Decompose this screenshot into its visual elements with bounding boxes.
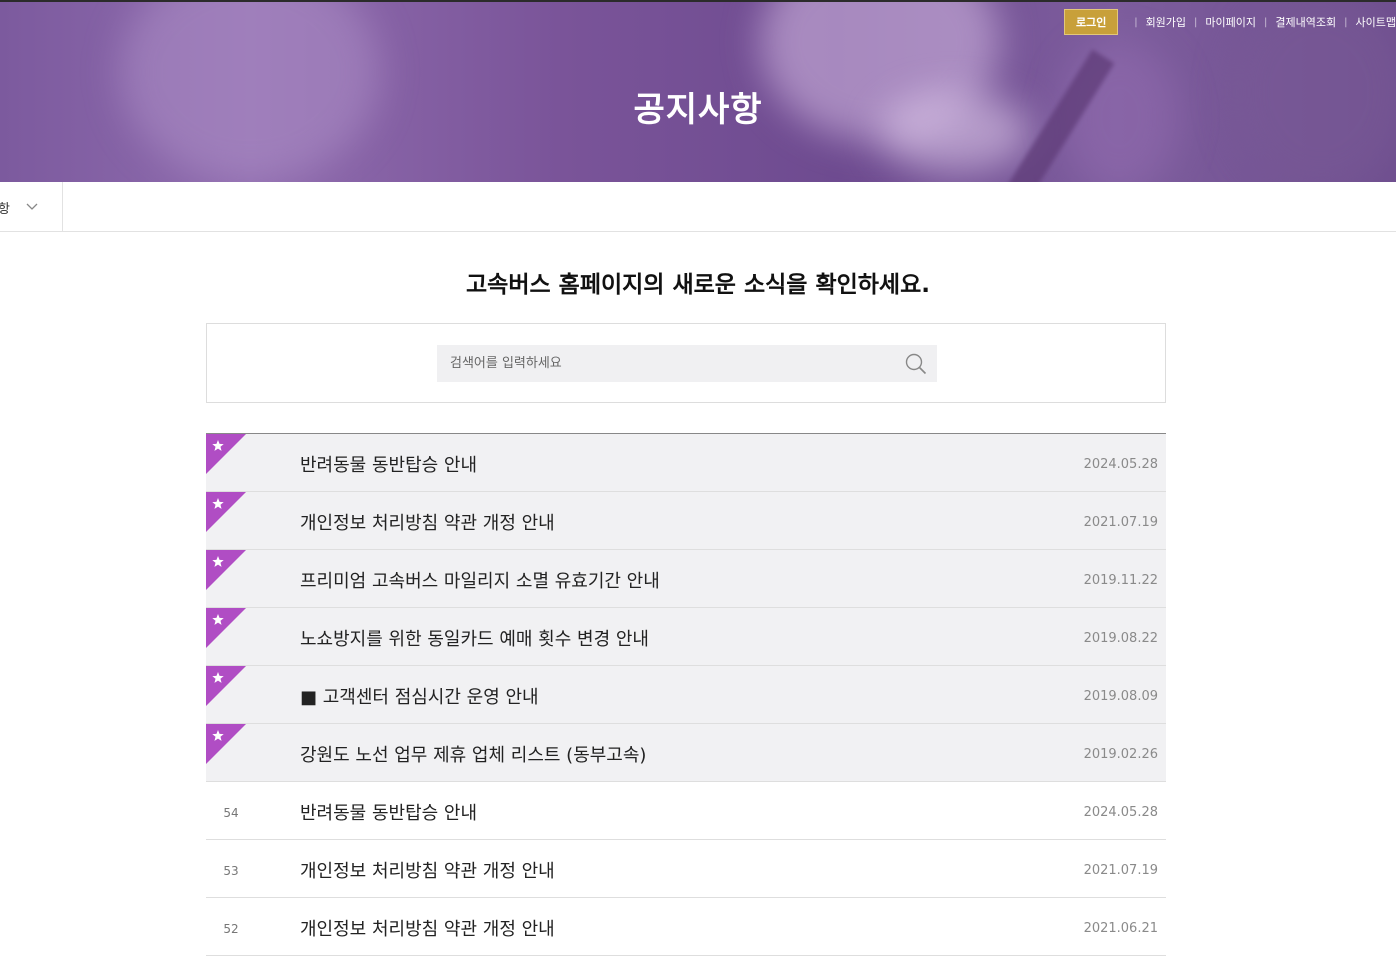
hero-banner: 로그인 | 회원가입 | 마이페이지 | 결제내역조회 | 사이트맵 공지사항 (0, 0, 1396, 182)
pinned-notice-row[interactable]: 강원도 노선 업무 제휴 업체 리스트 (동부고속) 2019.02.26 (206, 724, 1166, 782)
notice-date: 2024.05.28 (1083, 457, 1158, 472)
separator: | (1194, 16, 1198, 28)
notice-title-link[interactable]: 강원도 노선 업무 제휴 업체 리스트 (동부고속) (300, 741, 646, 767)
search-field (437, 345, 937, 382)
sub-navigation: 사항 (0, 182, 1396, 232)
notice-date: 2019.11.22 (1083, 573, 1158, 588)
utility-nav: 로그인 | 회원가입 | 마이페이지 | 결제내역조회 | 사이트맵 (1064, 9, 1396, 35)
signup-link[interactable]: 회원가입 (1146, 14, 1186, 30)
notice-row[interactable]: 53 개인정보 처리방침 약관 개정 안내 2021.07.19 (206, 840, 1166, 898)
star-icon (206, 666, 246, 706)
separator: | (1134, 16, 1138, 28)
star-icon (206, 434, 246, 474)
star-icon (206, 550, 246, 590)
pinned-notice-row[interactable]: 프리미엄 고속버스 마일리지 소멸 유효기간 안내 2019.11.22 (206, 550, 1166, 608)
sitemap-link[interactable]: 사이트맵 (1356, 14, 1396, 30)
notice-number: 54 (223, 806, 239, 820)
notice-title-link[interactable]: 반려동물 동반탑승 안내 (300, 799, 477, 825)
mypage-link[interactable]: 마이페이지 (1205, 14, 1256, 30)
notice-date: 2019.08.22 (1083, 631, 1158, 646)
star-icon (206, 492, 246, 532)
separator: | (1344, 16, 1348, 28)
login-button[interactable]: 로그인 (1064, 9, 1119, 35)
search-icon[interactable] (905, 353, 927, 375)
notice-title-link[interactable]: ■ 고객센터 점심시간 운영 안내 (300, 683, 539, 709)
notice-number: 53 (223, 864, 239, 878)
notice-date: 2021.07.19 (1083, 863, 1158, 878)
section-dropdown[interactable]: 사항 (0, 182, 63, 232)
star-icon (206, 608, 246, 648)
notice-date: 2019.08.09 (1083, 689, 1158, 704)
notice-title-link[interactable]: 프리미엄 고속버스 마일리지 소멸 유효기간 안내 (300, 567, 660, 593)
notice-date: 2019.02.26 (1083, 747, 1158, 762)
notice-title-link[interactable]: 개인정보 처리방침 약관 개정 안내 (300, 509, 555, 535)
search-panel (206, 323, 1166, 403)
notice-title-link[interactable]: 개인정보 처리방침 약관 개정 안내 (300, 857, 555, 883)
pinned-notice-row[interactable]: 반려동물 동반탑승 안내 2024.05.28 (206, 434, 1166, 492)
notice-list: 반려동물 동반탑승 안내 2024.05.28 개인정보 처리방침 약관 개정 안내… (206, 433, 1166, 956)
notice-row[interactable]: 52 개인정보 처리방침 약관 개정 안내 2021.06.21 (206, 898, 1166, 956)
payment-history-link[interactable]: 결제내역조회 (1275, 14, 1336, 30)
notice-date: 2021.07.19 (1083, 515, 1158, 530)
notice-number: 52 (223, 922, 239, 936)
notice-row[interactable]: 54 반려동물 동반탑승 안내 2024.05.28 (206, 782, 1166, 840)
notice-title-link[interactable]: 노쇼방지를 위한 동일카드 예매 횟수 변경 안내 (300, 625, 649, 651)
search-input[interactable] (437, 345, 877, 382)
notice-date: 2024.05.28 (1083, 805, 1158, 820)
pinned-notice-row[interactable]: ■ 고객센터 점심시간 운영 안내 2019.08.09 (206, 666, 1166, 724)
notice-date: 2021.06.21 (1083, 921, 1158, 936)
separator: | (1264, 16, 1268, 28)
pinned-notice-row[interactable]: 개인정보 처리방침 약관 개정 안내 2021.07.19 (206, 492, 1166, 550)
notice-title-link[interactable]: 개인정보 처리방침 약관 개정 안내 (300, 915, 555, 941)
page-title: 공지사항 (633, 90, 763, 130)
notice-title-link[interactable]: 반려동물 동반탑승 안내 (300, 451, 477, 477)
pinned-notice-row[interactable]: 노쇼방지를 위한 동일카드 예매 횟수 변경 안내 2019.08.22 (206, 608, 1166, 666)
section-headline: 고속버스 홈페이지의 새로운 소식을 확인하세요. (466, 272, 930, 298)
chevron-down-icon (26, 203, 38, 210)
section-dropdown-label: 사항 (0, 201, 10, 217)
star-icon (206, 724, 246, 764)
